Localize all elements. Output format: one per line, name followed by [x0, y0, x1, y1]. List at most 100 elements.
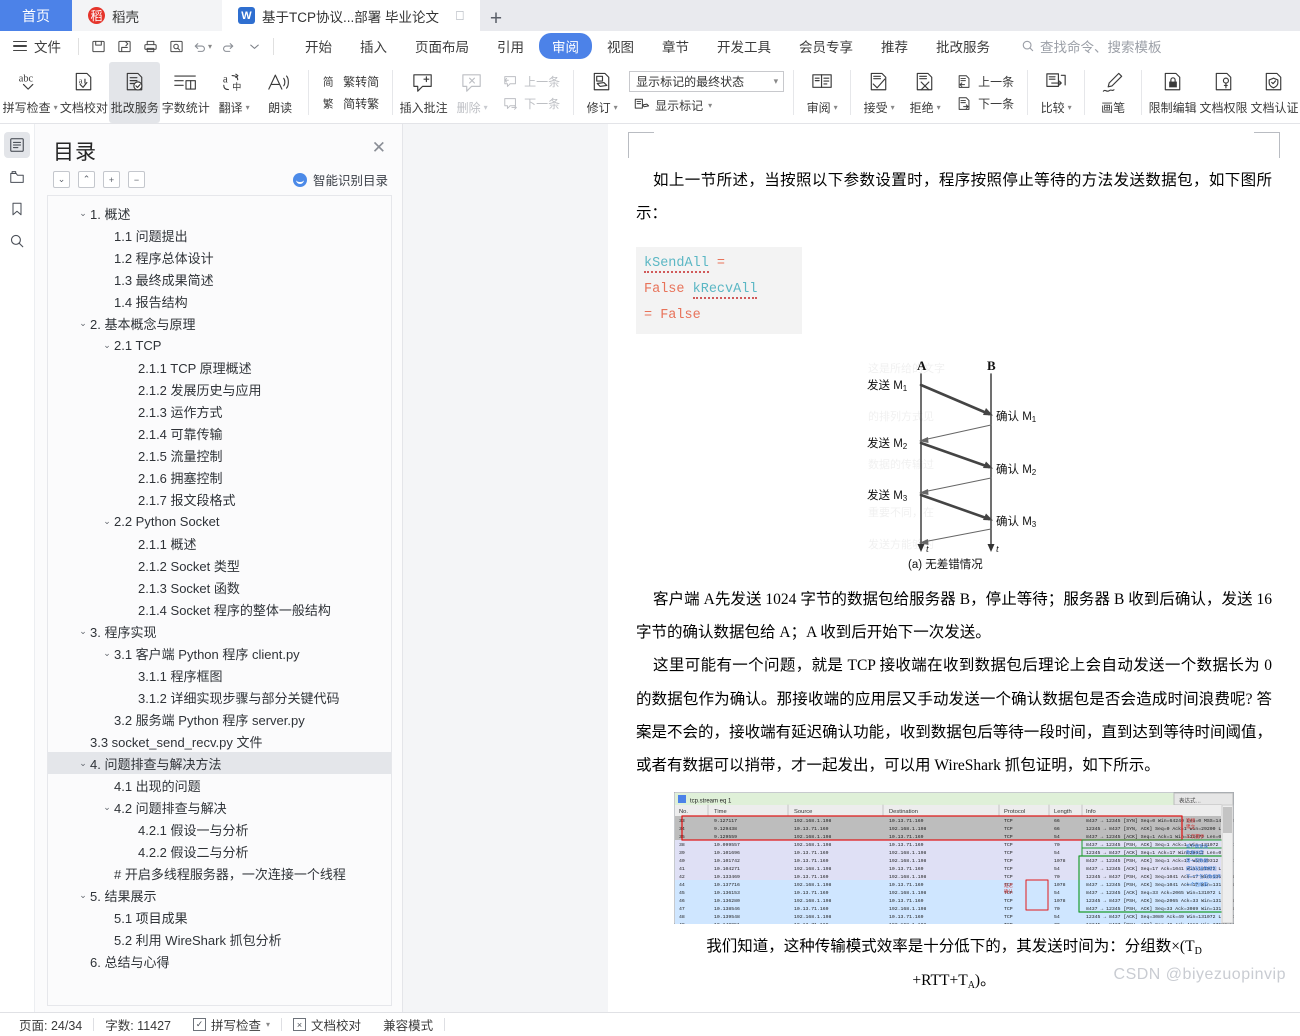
chevron-down-icon[interactable]: ⌄: [100, 516, 114, 527]
prev-change-button[interactable]: 上一条: [952, 72, 1018, 91]
toc-item[interactable]: ·6. 总结与心得: [48, 950, 391, 972]
toc-item[interactable]: ⌄ 2.1 TCP: [48, 334, 391, 356]
word-count-button[interactable]: 字数统计: [160, 62, 211, 123]
bookmark-panel-button[interactable]: [4, 196, 30, 222]
toc-item[interactable]: ·2.1.5 流量控制: [48, 444, 391, 466]
chevron-down-icon[interactable]: ⌄: [76, 890, 90, 901]
print-icon[interactable]: [137, 34, 163, 58]
ribbon-tab-references[interactable]: 引用: [484, 33, 537, 59]
tab-document[interactable]: W 基于TCP协议...部署 毕业论文 ⎕: [222, 0, 480, 31]
customize-toolbar-icon[interactable]: [241, 34, 267, 58]
revise-service-button[interactable]: 批改服务: [109, 62, 161, 123]
chevron-down-icon[interactable]: ▾: [708, 101, 712, 110]
doc-proofread-button[interactable]: a 文档校对: [58, 62, 109, 123]
toc-item[interactable]: ·4.2.2 假设二与分析: [48, 840, 391, 862]
toc-item[interactable]: ·3.2 服务端 Python 程序 server.py: [48, 708, 391, 730]
toc-item[interactable]: ·3.1.1 程序框图: [48, 664, 391, 686]
toc-item[interactable]: ⌄ 3. 程序实现: [48, 620, 391, 642]
save-icon[interactable]: [85, 34, 111, 58]
status-doc-proof[interactable]: × 文档校对: [282, 1015, 372, 1034]
expand-all-icon[interactable]: +: [103, 171, 120, 188]
ribbon-tab-view[interactable]: 视图: [594, 33, 647, 59]
delete-comment-button[interactable]: 删除 ▾: [449, 62, 495, 123]
print-preview-icon[interactable]: [163, 34, 189, 58]
collapse-up-icon[interactable]: ⌃: [78, 171, 95, 188]
toc-item[interactable]: ⌄ 2. 基本概念与原理: [48, 312, 391, 334]
chevron-down-icon[interactable]: ⌄: [76, 208, 90, 219]
toc-item[interactable]: ·1.4 报告结构: [48, 290, 391, 312]
status-compat-mode[interactable]: 兼容模式: [372, 1015, 444, 1034]
file-menu-button[interactable]: 文件: [0, 36, 72, 56]
status-spell-check[interactable]: ✓ 拼写检查 ▾: [182, 1015, 281, 1034]
status-page[interactable]: 页面: 24/34: [8, 1015, 93, 1034]
toc-item[interactable]: ⌄ 4.2 问题排查与解决: [48, 796, 391, 818]
show-markup-button[interactable]: 显示标记 ▾: [629, 96, 784, 115]
compare-button[interactable]: 比较 ▾: [1033, 62, 1079, 123]
smart-toc-button[interactable]: 智能识别目录: [292, 170, 388, 189]
toc-item[interactable]: ·2.1.2 Socket 类型: [48, 554, 391, 576]
ribbon-tab-chapter[interactable]: 章节: [649, 33, 702, 59]
toc-item[interactable]: ⌄ 1. 概述: [48, 202, 391, 224]
new-tab-button[interactable]: +: [480, 8, 512, 31]
ribbon-tab-recommend[interactable]: 推荐: [868, 33, 921, 59]
restrict-edit-button[interactable]: 限制编辑: [1147, 62, 1198, 123]
redo-icon[interactable]: [215, 34, 241, 58]
ribbon-tab-start[interactable]: 开始: [292, 33, 345, 59]
review-pane-button[interactable]: 审阅 ▾: [799, 62, 845, 123]
chevron-down-icon[interactable]: ▾: [774, 76, 779, 87]
chevron-down-icon[interactable]: ⌄: [76, 626, 90, 637]
command-search[interactable]: 查找命令、搜索模板: [1021, 36, 1162, 56]
toc-item[interactable]: ·1.1 问题提出: [48, 224, 391, 246]
toc-item[interactable]: ·2.1.4 可靠传输: [48, 422, 391, 444]
collapse-down-icon[interactable]: ⌄: [53, 171, 70, 188]
toc-list[interactable]: ⌄1. 概述·1.1 问题提出·1.2 程序总体设计·1.3 最终成果简述·1.…: [47, 195, 392, 1006]
reject-change-button[interactable]: 拒绝 ▾: [902, 62, 948, 123]
insert-comment-button[interactable]: 插入批注: [398, 62, 449, 123]
toc-item[interactable]: ·2.1.3 运作方式: [48, 400, 391, 422]
toc-item[interactable]: ·2.1.7 报文段格式: [48, 488, 391, 510]
chevron-down-icon[interactable]: ▾: [614, 103, 618, 112]
toc-item[interactable]: ·2.1.1 TCP 原理概述: [48, 356, 391, 378]
toc-item[interactable]: ·2.1.4 Socket 程序的整体一般结构: [48, 598, 391, 620]
translate-button[interactable]: a中 翻译 ▾: [211, 62, 257, 123]
ribbon-tab-developer[interactable]: 开发工具: [704, 33, 784, 59]
tab-home[interactable]: 首页: [0, 0, 72, 31]
chevron-down-icon[interactable]: ▾: [484, 103, 488, 112]
chevron-down-icon[interactable]: ⌄: [100, 340, 114, 351]
toc-item[interactable]: ⌄ 5. 结果展示: [48, 884, 391, 906]
status-word-count[interactable]: 字数: 11427: [94, 1015, 182, 1034]
toc-item[interactable]: ⌄ 3.1 客户端 Python 程序 client.py: [48, 642, 391, 664]
trad-to-simp-button[interactable]: 简 繁转简: [318, 72, 383, 91]
simp-to-trad-button[interactable]: 繁 简转繁: [318, 94, 383, 113]
toc-item[interactable]: ·# 开启多线程服务器，一次连接一个线程: [48, 862, 391, 884]
spell-check-button[interactable]: abc 拼写检查 ▾: [2, 62, 58, 123]
chevron-down-icon[interactable]: ▾: [54, 103, 58, 112]
doc-certify-button[interactable]: 文档认证: [1249, 62, 1300, 123]
toc-item[interactable]: ·5.2 利用 WireShark 抓包分析: [48, 928, 391, 950]
ribbon-tab-revise-service[interactable]: 批改服务: [923, 33, 1003, 59]
chevron-down-icon[interactable]: ⌄: [100, 648, 114, 659]
toc-item[interactable]: ·3.1.2 详细实现步骤与部分关键代码: [48, 686, 391, 708]
tab-docer[interactable]: 稻 稻壳: [72, 0, 222, 31]
toc-item[interactable]: ·3.3 socket_send_recv.py 文件: [48, 730, 391, 752]
toc-item[interactable]: ·2.1.1 概述: [48, 532, 391, 554]
prev-comment-button[interactable]: 上一条: [499, 72, 564, 91]
document-scroll-area[interactable]: 如上一节所述，当按照以下参数设置时，程序按照停止等待的方法发送数据包，如下图所示…: [403, 124, 1300, 1012]
chevron-down-icon[interactable]: ▾: [937, 103, 941, 112]
chevron-down-icon[interactable]: ⌄: [76, 758, 90, 769]
toc-item[interactable]: ⌄ 4. 问题排查与解决方法: [48, 752, 391, 774]
track-changes-button[interactable]: 修订 ▾: [579, 62, 625, 123]
toc-item[interactable]: ·2.1.2 发展历史与应用: [48, 378, 391, 400]
chevron-down-icon[interactable]: ▾: [1068, 103, 1072, 112]
undo-caret-icon[interactable]: ▾: [208, 42, 212, 51]
next-change-button[interactable]: 下一条: [952, 94, 1018, 113]
toc-item[interactable]: ·2.1.3 Socket 函数: [48, 576, 391, 598]
read-aloud-button[interactable]: 朗读: [257, 62, 303, 123]
markup-state-dropdown[interactable]: 显示标记的最终状态 ▾: [629, 70, 785, 92]
ribbon-tab-review[interactable]: 审阅: [539, 33, 592, 59]
chevron-down-icon[interactable]: ▾: [266, 1020, 270, 1029]
ribbon-tab-page-layout[interactable]: 页面布局: [402, 33, 482, 59]
chevron-down-icon[interactable]: ⌄: [100, 802, 114, 813]
chevron-down-icon[interactable]: ▾: [246, 103, 250, 112]
chevron-down-icon[interactable]: ▾: [891, 103, 895, 112]
